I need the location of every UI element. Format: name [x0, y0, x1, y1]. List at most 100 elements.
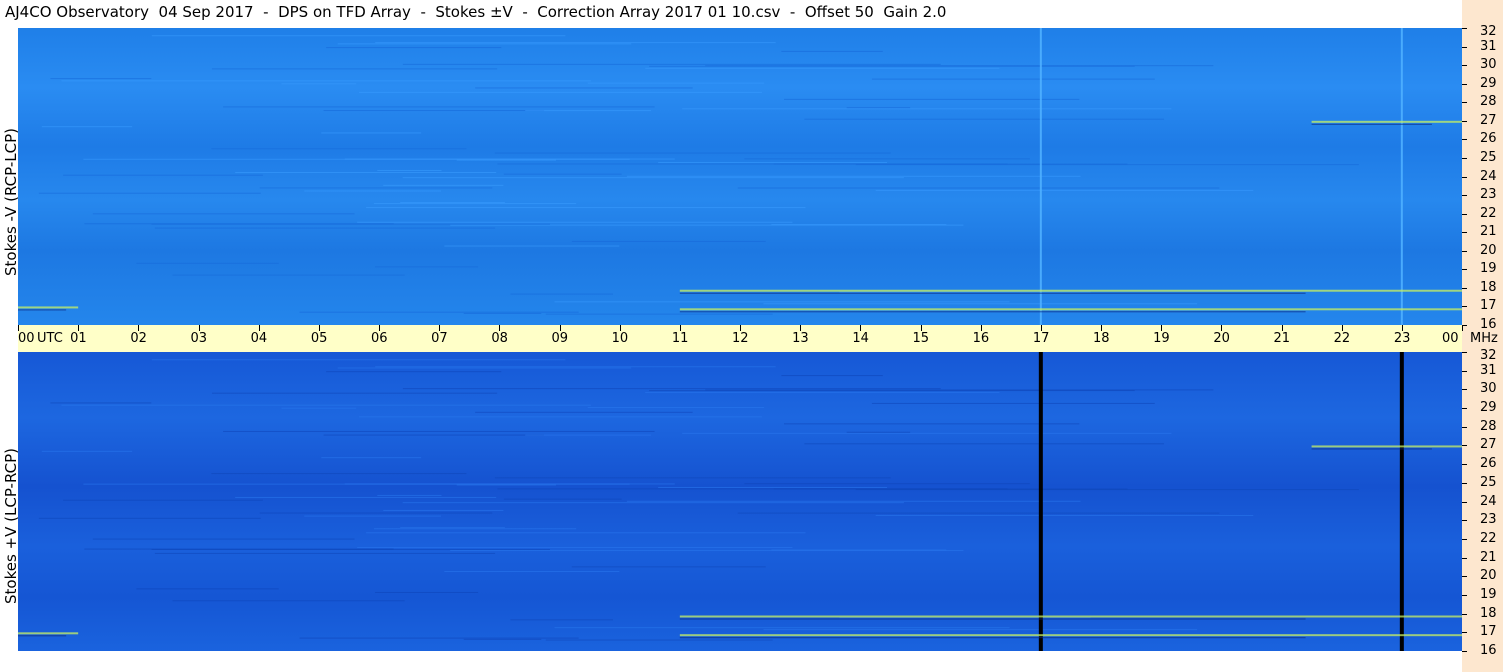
utc-tick-17: 17 [1032, 331, 1050, 346]
texture-streak [475, 87, 693, 89]
texture-streak [50, 402, 152, 404]
utc-tick-04: 04 [250, 331, 268, 346]
utc-tick-mark [740, 325, 741, 331]
texture-streak [326, 371, 502, 373]
emission-band-3 [1311, 120, 1462, 123]
texture-streak [645, 392, 1000, 394]
texture-streak [357, 221, 793, 223]
texture-streak [151, 359, 566, 361]
utc-tick-18: 18 [1093, 331, 1110, 346]
texture-streak [444, 245, 620, 247]
freq-tick-top-17: 17 [1480, 298, 1497, 314]
freq-tick-mark [1462, 538, 1467, 540]
texture-streak [744, 158, 1030, 160]
freq-tick-mark [1462, 287, 1467, 289]
utc-tick-mark [1341, 325, 1343, 331]
utc-tick-12: 12 [732, 331, 749, 346]
texture-streak [235, 171, 497, 173]
freq-tick-mark [1462, 28, 1467, 29]
texture-streak [223, 430, 655, 432]
texture-streak [497, 163, 1008, 165]
utc-tick-mark [499, 325, 501, 331]
texture-streak [304, 515, 442, 517]
utc-tick-mark [980, 325, 982, 331]
texture-streak [875, 514, 1254, 516]
emission-band-3 [1311, 445, 1462, 448]
freq-tick-mark [1462, 83, 1467, 85]
texture-streak [871, 402, 1155, 404]
texture-streak [682, 432, 1172, 434]
texture-streak [151, 548, 550, 550]
texture-streak [626, 500, 1081, 502]
texture-streak [358, 416, 762, 418]
utc-tick-03: 03 [190, 331, 208, 346]
freq-tick-mark [1462, 557, 1467, 559]
utc-tick-mark [1040, 325, 1042, 331]
texture-streak [846, 107, 911, 109]
freq-tick-top-29: 29 [1480, 75, 1497, 91]
freq-tick-bottom-31: 31 [1480, 362, 1497, 378]
texture-streak [366, 207, 806, 209]
texture-streak [375, 266, 479, 268]
texture-streak [658, 486, 888, 488]
texture-streak [373, 528, 577, 530]
texture-streak [587, 406, 765, 408]
freq-tick-mark [1462, 120, 1467, 122]
texture-streak [337, 367, 632, 369]
texture-streak [463, 638, 542, 640]
texture-streak [41, 126, 133, 128]
emission-band-2 [18, 632, 79, 635]
utc-tick-mark [559, 325, 561, 331]
freq-tick-mark [1462, 306, 1467, 308]
freq-tick-top-24: 24 [1480, 168, 1497, 184]
texture-streak [377, 169, 442, 171]
texture-streak [136, 588, 279, 590]
texture-streak [151, 223, 550, 225]
texture-streak [299, 637, 579, 639]
emission-shadow-1 [679, 637, 1306, 639]
utc-unit-label: UTC [37, 331, 63, 346]
texture-streak [494, 152, 891, 154]
utc-tick-mark [1161, 325, 1163, 331]
freq-tick-top-16: 16 [1480, 317, 1497, 332]
texture-streak [63, 174, 263, 176]
texture-streak [525, 110, 652, 112]
freq-tick-mark [1462, 269, 1467, 271]
utc-tick-02: 02 [130, 331, 147, 346]
texture-streak [510, 619, 613, 621]
texture-streak [383, 184, 504, 186]
utc-tick-mark [1281, 325, 1283, 331]
texture-streak [587, 82, 765, 84]
texture-streak [211, 68, 498, 70]
texture-streak [571, 240, 766, 242]
freq-tick-top-26: 26 [1480, 131, 1497, 147]
utc-tick-21: 21 [1273, 331, 1291, 346]
spectrogram-top-svg [18, 28, 1462, 325]
texture-streak [321, 132, 422, 134]
texture-streak [503, 498, 622, 500]
texture-streak [463, 312, 542, 314]
freq-tick-bottom-16: 16 [1480, 643, 1497, 658]
utc-tick-14: 14 [852, 331, 869, 346]
texture-streak [92, 213, 355, 215]
freq-tick-bottom-23: 23 [1480, 512, 1497, 528]
freq-tick-bottom-21: 21 [1480, 549, 1497, 565]
texture-streak [304, 190, 442, 192]
texture-streak [83, 158, 630, 160]
texture-streak [402, 63, 941, 65]
texture-streak [781, 375, 883, 377]
texture-streak [475, 411, 693, 413]
utc-tick-mark [920, 325, 922, 331]
texture-streak [875, 189, 1254, 191]
utc-tick-mark [679, 325, 681, 331]
texture-streak [223, 106, 655, 108]
chart-title: AJ4CO Observatory 04 Sep 2017 - DPS on T… [5, 3, 947, 21]
rfi-line-1 [1400, 28, 1403, 325]
freq-tick-mark [1462, 370, 1467, 372]
utc-tick-10: 10 [611, 331, 629, 346]
freq-tick-top-31: 31 [1480, 38, 1497, 54]
freq-tick-mark [1462, 613, 1467, 615]
texture-streak [337, 43, 632, 45]
texture-streak [804, 118, 1165, 120]
texture-streak [763, 629, 1198, 631]
